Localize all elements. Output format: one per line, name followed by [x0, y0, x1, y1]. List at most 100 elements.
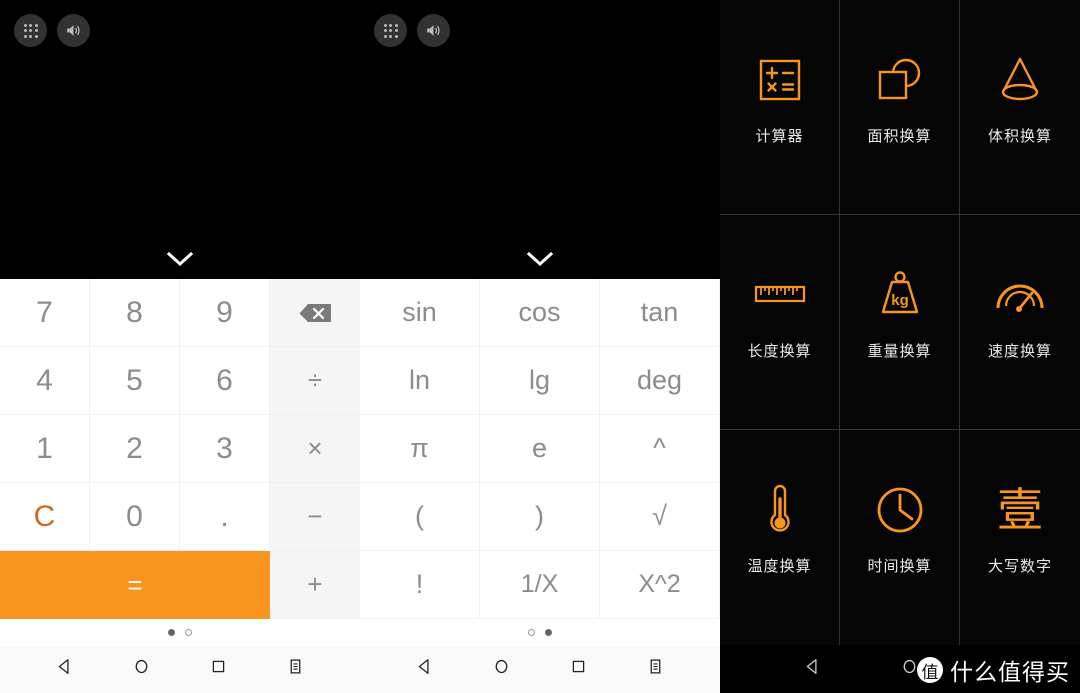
key-paren-open[interactable]: (	[360, 483, 480, 551]
backspace-icon	[299, 303, 331, 322]
menu-icon	[290, 659, 301, 674]
key-square[interactable]: X^2	[600, 551, 720, 619]
key-9[interactable]: 9	[180, 279, 270, 347]
home-icon	[903, 659, 916, 674]
key-paren-close[interactable]: )	[480, 483, 600, 551]
tool-chinese-numerals[interactable]: 壹 大写数字	[960, 430, 1080, 645]
tool-length-conversion[interactable]: 长度换算	[720, 215, 840, 430]
key-multiply[interactable]: ×	[270, 415, 360, 483]
key-deg[interactable]: deg	[600, 347, 720, 415]
key-decimal[interactable]: .	[180, 483, 270, 551]
chevron-down-icon	[526, 251, 554, 267]
android-navbar-2	[360, 645, 720, 693]
nav-back-button[interactable]	[804, 658, 821, 680]
collapse-keypad-button[interactable]	[165, 250, 195, 273]
recents-icon	[572, 660, 585, 673]
volume-button-2[interactable]	[417, 14, 450, 47]
cone-volume-icon	[992, 51, 1048, 109]
page-dot-2[interactable]	[185, 628, 192, 636]
key-reciprocal[interactable]: 1/X	[480, 551, 600, 619]
volume-icon	[67, 25, 80, 36]
watermark: 值 什么值得买	[917, 653, 1070, 687]
tool-label: 时间换算	[867, 558, 932, 575]
key-sin[interactable]: sin	[360, 279, 480, 347]
svg-text:kg: kg	[891, 292, 909, 309]
key-ln[interactable]: ln	[360, 347, 480, 415]
tool-label: 大写数字	[987, 558, 1052, 575]
nav-recents-button[interactable]	[210, 658, 227, 680]
key-sqrt[interactable]: √	[600, 483, 720, 551]
key-plus[interactable]: +	[270, 551, 360, 619]
tool-label: 长度换算	[747, 342, 812, 360]
back-icon	[418, 659, 429, 674]
key-2[interactable]: 2	[90, 415, 180, 483]
key-factorial[interactable]: !	[360, 551, 480, 619]
tool-volume-conversion[interactable]: 体积换算	[960, 0, 1080, 215]
key-minus[interactable]: −	[270, 483, 360, 551]
key-clear[interactable]: C	[0, 483, 90, 551]
back-icon	[806, 659, 817, 674]
keypad-page-indicator	[0, 619, 360, 645]
tool-calculator[interactable]: 计算器	[720, 0, 840, 215]
key-6[interactable]: 6	[180, 347, 270, 415]
key-7[interactable]: 7	[0, 279, 90, 347]
tool-weight-conversion[interactable]: kg 重量换算	[840, 215, 960, 430]
key-power[interactable]: ^	[600, 415, 720, 483]
key-lg[interactable]: lg	[480, 347, 600, 415]
tools-grid: 计算器 面积换算 体积换算 长度换算 kg 重量换算 速度换算 温度换算 时间换…	[720, 0, 1080, 645]
tool-label: 计算器	[755, 127, 804, 145]
tool-time-conversion[interactable]: 时间换算	[840, 430, 960, 645]
key-equals[interactable]: =	[0, 551, 270, 619]
nav-recents-button[interactable]	[570, 658, 587, 680]
ruler-icon	[751, 266, 809, 324]
keypad-page-indicator-2	[360, 619, 720, 645]
key-3[interactable]: 3	[180, 415, 270, 483]
volume-button[interactable]	[57, 14, 90, 47]
nav-menu-button[interactable]	[647, 658, 664, 680]
page-dot-1[interactable]	[528, 628, 535, 636]
nav-home-button[interactable]	[901, 658, 918, 680]
nav-back-button[interactable]	[56, 658, 73, 680]
key-backspace[interactable]	[270, 279, 360, 347]
tool-area-conversion[interactable]: 面积换算	[840, 0, 960, 215]
nav-home-button[interactable]	[493, 658, 510, 680]
nav-menu-button[interactable]	[287, 658, 304, 680]
home-icon	[495, 659, 508, 674]
chinese-numeral-icon: 壹	[997, 481, 1043, 539]
nav-back-button[interactable]	[416, 658, 433, 680]
weight-kg-icon: kg	[872, 266, 928, 324]
phone-panel-scientific: sin cos tan ln lg deg π e ^ ( ) √ ! 1/X …	[360, 0, 720, 693]
grid-icon	[23, 23, 38, 38]
tool-label: 体积换算	[987, 127, 1052, 145]
key-e[interactable]: e	[480, 415, 600, 483]
watermark-logo: 值	[917, 657, 943, 683]
key-5[interactable]: 5	[90, 347, 180, 415]
key-8[interactable]: 8	[90, 279, 180, 347]
tool-temperature-conversion[interactable]: 温度换算	[720, 430, 840, 645]
collapse-keypad-button-2[interactable]	[525, 250, 555, 273]
apps-grid-button-2[interactable]	[374, 14, 407, 47]
area-square-circle-icon	[872, 51, 928, 109]
key-tan[interactable]: tan	[600, 279, 720, 347]
status-icon-group	[14, 14, 90, 47]
key-4[interactable]: 4	[0, 347, 90, 415]
page-dot-2[interactable]	[545, 628, 552, 636]
key-pi[interactable]: π	[360, 415, 480, 483]
tool-label: 重量换算	[867, 342, 932, 360]
thermometer-icon	[752, 481, 808, 539]
apps-grid-button[interactable]	[14, 14, 47, 47]
page-dot-1[interactable]	[168, 628, 175, 636]
chevron-down-icon	[166, 251, 194, 267]
key-divide[interactable]: ÷	[270, 347, 360, 415]
nav-home-button[interactable]	[133, 658, 150, 680]
scientific-keypad: sin cos tan ln lg deg π e ^ ( ) √ ! 1/X …	[360, 279, 720, 645]
scientific-key-grid: sin cos tan ln lg deg π e ^ ( ) √ ! 1/X …	[360, 279, 720, 619]
clock-icon	[872, 481, 928, 539]
key-cos[interactable]: cos	[480, 279, 600, 347]
key-0[interactable]: 0	[90, 483, 180, 551]
watermark-text: 什么值得买	[950, 660, 1070, 686]
home-icon	[135, 659, 148, 674]
grid-icon	[383, 23, 398, 38]
key-1[interactable]: 1	[0, 415, 90, 483]
tool-speed-conversion[interactable]: 速度换算	[960, 215, 1080, 430]
